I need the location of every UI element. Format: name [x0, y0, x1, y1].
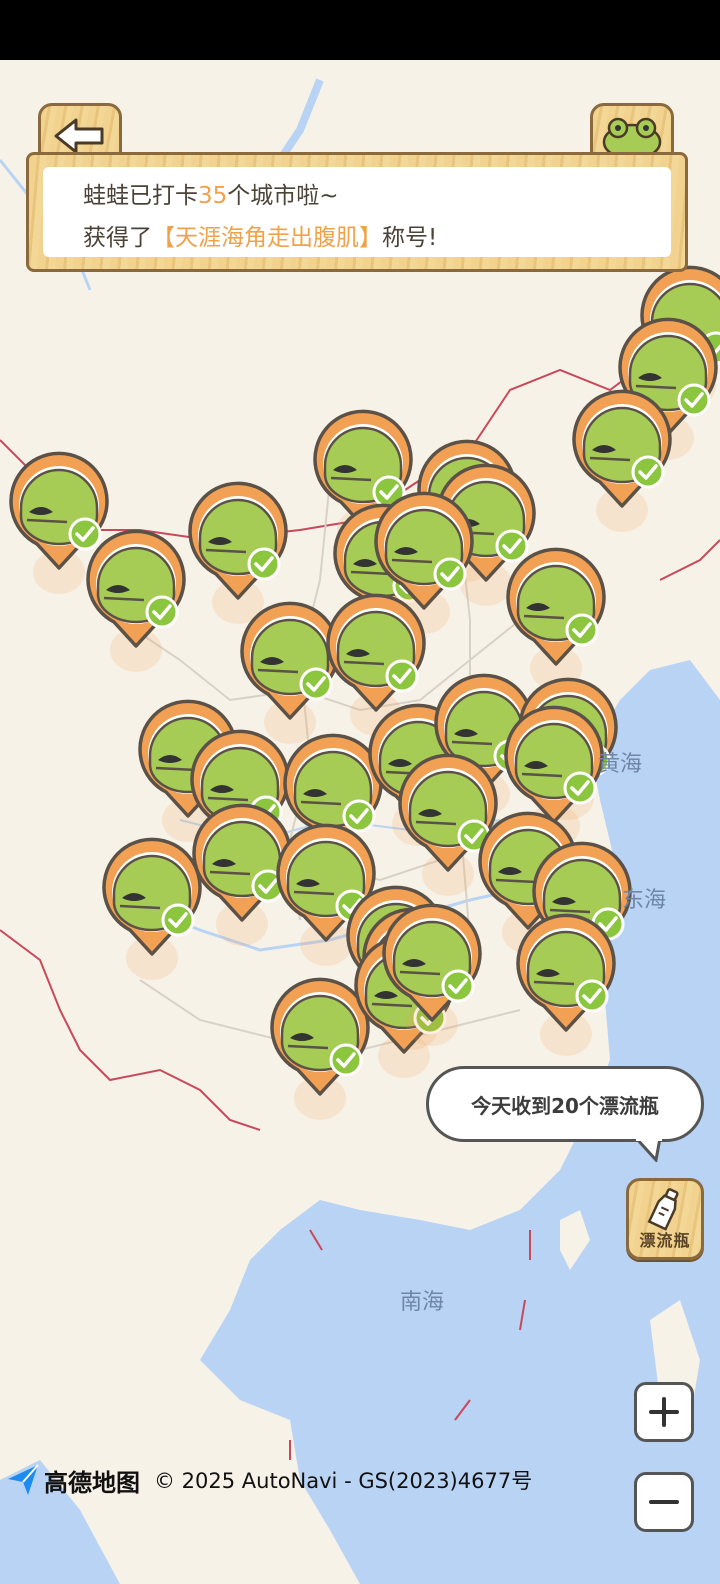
- map-label-yellow-sea: 黄海: [598, 752, 643, 777]
- amap-logo-icon: [8, 1464, 39, 1495]
- title-suffix: 称号!: [382, 225, 438, 251]
- drift-bottle-button[interactable]: 漂流瓶: [626, 1178, 704, 1260]
- earned-title: 【天涯海角走出腹肌】: [152, 225, 382, 251]
- plus-icon: [649, 1397, 679, 1427]
- zoom-in-button[interactable]: [634, 1382, 694, 1442]
- pin-layer: [0, 60, 720, 1584]
- back-arrow-icon: [54, 118, 104, 154]
- visited-city-pin[interactable]: [84, 529, 188, 674]
- bottle-icon: [647, 1188, 679, 1231]
- frog-pin-icon: [382, 903, 482, 1046]
- drift-bottle-bubble-text: 今天收到20个漂流瓶: [471, 1093, 659, 1118]
- amap-brand: 高德地图: [44, 1468, 140, 1497]
- status-bar: [0, 0, 720, 60]
- frog-pin-icon: [86, 529, 186, 672]
- frog-pin-icon: [516, 913, 616, 1056]
- visited-city-pin[interactable]: [100, 837, 204, 982]
- map-view[interactable]: 黄海 东海 南海: [0, 60, 720, 1584]
- visited-city-pin[interactable]: [380, 903, 484, 1048]
- title-line: 获得了【天涯海角走出腹肌】称号!: [83, 217, 631, 259]
- map-label-east-sea: 东海: [622, 888, 667, 913]
- copyright-text: © 2025 AutoNavi - GS(2023)4677号: [154, 1469, 533, 1493]
- bubble-tail: [636, 1138, 662, 1162]
- achievement-panel: 蛙蛙已打卡35个城市啦~ 获得了【天涯海角走出腹肌】称号!: [26, 152, 688, 272]
- frog-pin-icon: [506, 547, 606, 690]
- checkin-count: 35: [198, 183, 228, 209]
- frog-pin-icon: [102, 837, 202, 980]
- drift-bottle-bubble[interactable]: 今天收到20个漂流瓶: [426, 1066, 704, 1142]
- checkin-count-line: 蛙蛙已打卡35个城市啦~: [83, 175, 631, 217]
- map-attribution: 高德地图 © 2025 AutoNavi - GS(2023)4677号: [6, 1462, 532, 1498]
- checkin-prefix: 蛙蛙已打卡: [83, 183, 198, 209]
- zoom-out-button[interactable]: [634, 1472, 694, 1532]
- minus-icon: [649, 1500, 679, 1504]
- checkin-suffix: 个城市啦~: [227, 183, 339, 209]
- visited-city-pin[interactable]: [504, 547, 608, 692]
- visited-city-pin[interactable]: [570, 389, 674, 534]
- achievement-panel-body: 蛙蛙已打卡35个城市啦~ 获得了【天涯海角走出腹肌】称号!: [43, 167, 671, 257]
- visited-city-pin[interactable]: [514, 913, 618, 1058]
- frog-pin-icon: [572, 389, 672, 532]
- map-label-south-sea: 南海: [400, 1290, 445, 1315]
- title-prefix: 获得了: [83, 225, 152, 251]
